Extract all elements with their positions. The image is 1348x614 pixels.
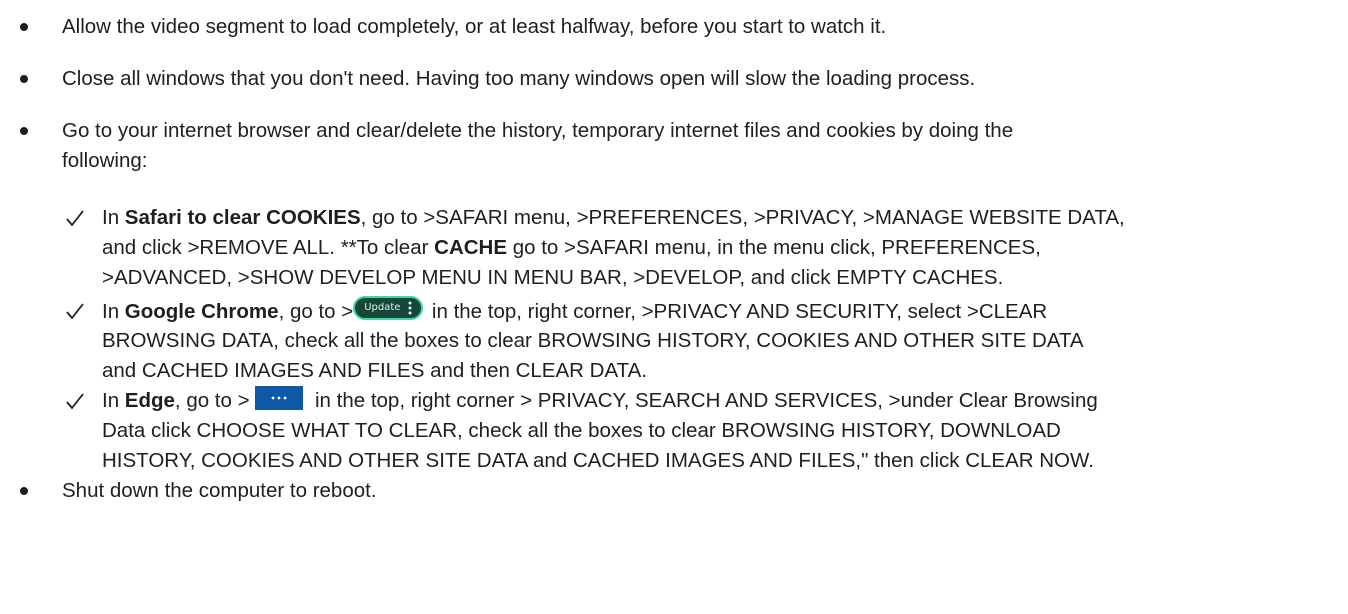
bullet-text: Go to your internet browser and clear/de… — [62, 116, 1332, 176]
cache-bold-label: CACHE — [434, 236, 508, 259]
subitem-line: In Google Chrome, go to > Update in the t… — [102, 296, 1342, 326]
subitem-line: Data click CHOOSE WHAT TO CLEAR, check a… — [102, 419, 1061, 442]
subitem-line: In Edge, go to > in the top, right corne… — [102, 386, 1342, 416]
bullet-text: Shut down the computer to reboot. — [62, 476, 1332, 506]
bullet-text: Allow the video segment to load complete… — [62, 12, 1332, 42]
chrome-bold-heading: Google Chrome — [124, 300, 279, 323]
bullet-icon — [20, 127, 28, 135]
checkmark-icon — [66, 303, 84, 320]
bullet-line: following: — [62, 149, 148, 172]
bullet-line: Shut down the computer to reboot. — [62, 479, 377, 502]
instructions-document: Allow the video segment to load complete… — [0, 0, 1348, 614]
chrome-update-button: Update — [353, 296, 424, 320]
subitem-line: BROWSING DATA, check all the boxes to cl… — [102, 329, 1084, 352]
subitem-line: In Safari to clear COOKIES, go to >SAFAR… — [102, 206, 1125, 229]
checkmark-icon — [66, 210, 84, 227]
bullet-icon — [20, 487, 28, 495]
subitem-text: In Google Chrome, go to > Update in the t… — [102, 296, 1342, 386]
bullet-icon — [20, 75, 28, 83]
horizontal-ellipsis-icon — [271, 396, 287, 400]
subitem-text: In Edge, go to > in the top, right corne… — [102, 386, 1342, 476]
bullet-line: Allow the video segment to load complete… — [62, 15, 887, 38]
bullet-line: Close all windows that you don't need. H… — [62, 67, 976, 90]
bullet-icon — [20, 23, 28, 31]
subitem-line: and CACHED IMAGES AND FILES and then CLE… — [102, 359, 647, 382]
bullet-text: Close all windows that you don't need. H… — [62, 64, 1332, 94]
subitem-line: >ADVANCED, >SHOW DEVELOP MENU IN MENU BA… — [102, 266, 1004, 289]
bullet-line: Go to your internet browser and clear/de… — [62, 119, 1014, 142]
checkmark-icon — [66, 393, 84, 410]
subitem-line: and click >REMOVE ALL. **To clear CACHE … — [102, 236, 1041, 259]
subitem-line: HISTORY, COOKIES AND OTHER SITE DATA and… — [102, 449, 1094, 472]
vertical-ellipsis-icon — [408, 301, 412, 315]
subitem-text: In Safari to clear COOKIES, go to >SAFAR… — [102, 203, 1342, 293]
edge-bold-heading: Edge — [124, 389, 175, 412]
safari-bold-heading: Safari to clear COOKIES — [124, 206, 361, 229]
edge-menu-button — [255, 386, 304, 410]
chrome-update-label: Update — [364, 302, 401, 313]
